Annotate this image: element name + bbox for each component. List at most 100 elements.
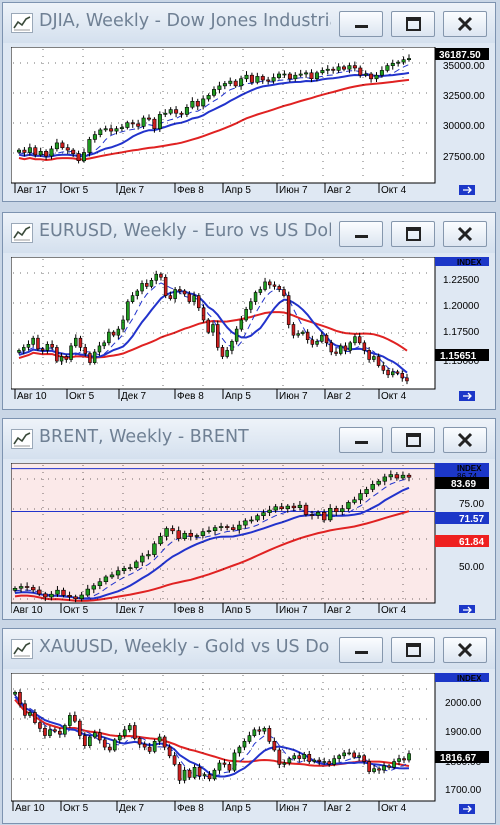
minimize-button[interactable] (339, 221, 383, 247)
scroll-end-button[interactable] (459, 605, 475, 613)
title-bar[interactable]: EURUSD, Weekly - Euro vs US Dollar (3, 213, 495, 253)
candle-body (125, 122, 130, 128)
candle-body (262, 727, 267, 732)
minimize-button[interactable] (339, 427, 383, 453)
close-button[interactable] (443, 221, 487, 247)
candle-body (22, 347, 26, 351)
level-label: 71.57 (459, 514, 484, 525)
y-tick-label: 1900.00 (445, 727, 482, 738)
chart-area[interactable]: INDEX 1.22500 1.20000 1.17500 1.15000 1.… (11, 257, 489, 403)
plot-area[interactable] (11, 673, 436, 802)
candle-body (343, 345, 348, 351)
maximize-button[interactable] (391, 427, 435, 453)
candle-body (119, 127, 124, 130)
close-button[interactable] (443, 427, 487, 453)
candle-body (172, 755, 177, 765)
price-chart[interactable]: 35000.00 32500.00 30000.00 27500.00 3618… (11, 47, 489, 195)
maximize-button[interactable] (391, 221, 435, 247)
candle-body (55, 589, 60, 595)
price-chart[interactable]: INDEX 2000.00 1900.00 1800.00 1700.00 18… (11, 673, 489, 817)
candle-body (18, 586, 24, 589)
candle-body (266, 79, 271, 82)
candle-body (244, 308, 248, 321)
close-icon (457, 16, 473, 32)
plot-area[interactable] (11, 47, 436, 184)
candle-body (367, 350, 371, 360)
candle-body (287, 758, 292, 764)
candle-body (220, 347, 225, 357)
candle-body (282, 762, 287, 765)
candle-body (352, 752, 357, 758)
chart-window-brent[interactable]: BRENT, Weekly - BRENT INDEX 86.74 83.69 … (2, 418, 496, 620)
candle-body (201, 307, 206, 321)
candle-body (207, 774, 212, 780)
chart-area[interactable]: INDEX 2000.00 1900.00 1800.00 1700.00 18… (11, 673, 489, 817)
candle-body (329, 342, 333, 353)
candle-body (317, 759, 322, 762)
candle-body (88, 736, 92, 746)
chart-window-djia[interactable]: DJIA, Weekly - Dow Jones Industria... 35… (2, 2, 496, 202)
candle-body (182, 533, 187, 540)
x-tick-label: Авг 2 (327, 605, 351, 613)
close-button[interactable] (443, 637, 487, 663)
maximize-icon (406, 643, 421, 657)
candle-body (55, 347, 59, 362)
maximize-icon (406, 17, 421, 31)
maximize-button[interactable] (391, 637, 435, 663)
maximize-button[interactable] (391, 11, 435, 37)
close-button[interactable] (443, 11, 487, 37)
candle-body (158, 536, 163, 545)
x-tick-label: Окт 4 (381, 605, 407, 613)
title-bar[interactable]: BRENT, Weekly - BRENT (3, 419, 495, 459)
title-bar[interactable]: DJIA, Weekly - Dow Jones Industria... (3, 3, 495, 43)
candle-body (92, 134, 97, 140)
candle-body (242, 741, 247, 748)
x-tick-label: Окт 5 (63, 185, 89, 195)
candle-body (321, 511, 327, 521)
minimize-button[interactable] (339, 11, 383, 37)
candle-body (307, 754, 312, 762)
chart-window-eurusd[interactable]: EURUSD, Weekly - Euro vs US Dollar INDEX… (2, 212, 496, 410)
candle-body (188, 533, 193, 537)
candle-body (261, 512, 266, 516)
candle-body (45, 344, 50, 351)
candle-body (292, 755, 297, 759)
candle-body (282, 73, 287, 76)
candle-body (369, 73, 374, 80)
window-title: BRENT, Weekly - BRENT (39, 427, 249, 447)
candle-body (260, 76, 265, 81)
candle-body (232, 752, 237, 771)
candle-body (272, 284, 277, 287)
candle-body (314, 72, 319, 79)
chart-window-xauusd[interactable]: XAUUSD, Weekly - Gold vs US Dollar INDEX… (2, 628, 496, 824)
candle-body (296, 333, 300, 336)
candle-body (347, 65, 352, 70)
maximize-icon (406, 433, 421, 447)
candle-body (337, 755, 342, 759)
candle-body (12, 588, 18, 591)
candle-body (48, 729, 52, 736)
title-bar[interactable]: XAUUSD, Weekly - Gold vs US Dollar (3, 629, 495, 669)
x-tick-label: Апр 5 (225, 391, 251, 402)
candle-body (83, 347, 88, 354)
chart-area[interactable]: INDEX 86.74 83.69 75.00 50.00 71.57 61.8… (11, 463, 489, 613)
candle-body (218, 526, 224, 528)
candle-body (76, 153, 81, 161)
price-chart[interactable]: INDEX 1.22500 1.20000 1.17500 1.15000 1.… (11, 257, 489, 403)
candle-body (30, 587, 36, 591)
candle-body (394, 474, 400, 479)
candle-body (71, 149, 76, 154)
candle-body (49, 593, 54, 598)
candle-body (82, 152, 87, 162)
candle-body (197, 767, 202, 777)
price-chart[interactable]: INDEX 86.74 83.69 75.00 50.00 71.57 61.8… (11, 463, 489, 613)
x-tick-label: Июн 7 (279, 605, 308, 613)
chart-area[interactable]: 35000.00 32500.00 30000.00 27500.00 3618… (11, 47, 489, 195)
minimize-icon (355, 651, 368, 654)
candle-body (362, 755, 367, 762)
minimize-button[interactable] (339, 637, 383, 663)
candle-body (121, 319, 125, 330)
candle-body (225, 350, 229, 357)
x-tick-label: Окт 5 (69, 391, 95, 402)
x-tick-label: Апр 5 (225, 803, 251, 814)
